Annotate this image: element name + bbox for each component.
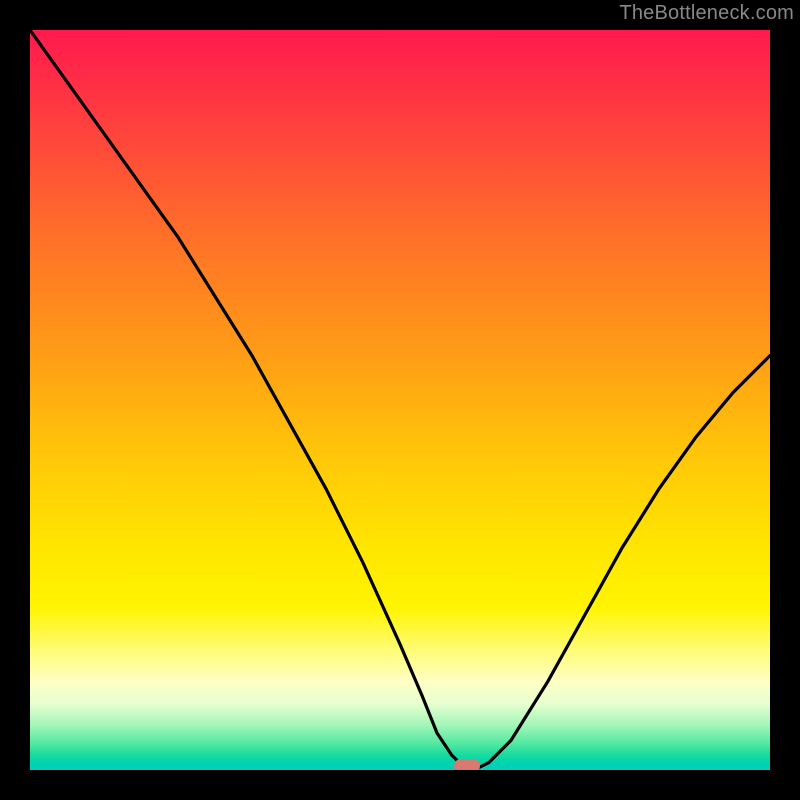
chart-container: TheBottleneck.com (0, 0, 800, 800)
plot-area (30, 30, 770, 770)
bottleneck-curve (30, 30, 770, 770)
optimal-marker (454, 759, 480, 770)
watermark-text: TheBottleneck.com (619, 2, 794, 25)
